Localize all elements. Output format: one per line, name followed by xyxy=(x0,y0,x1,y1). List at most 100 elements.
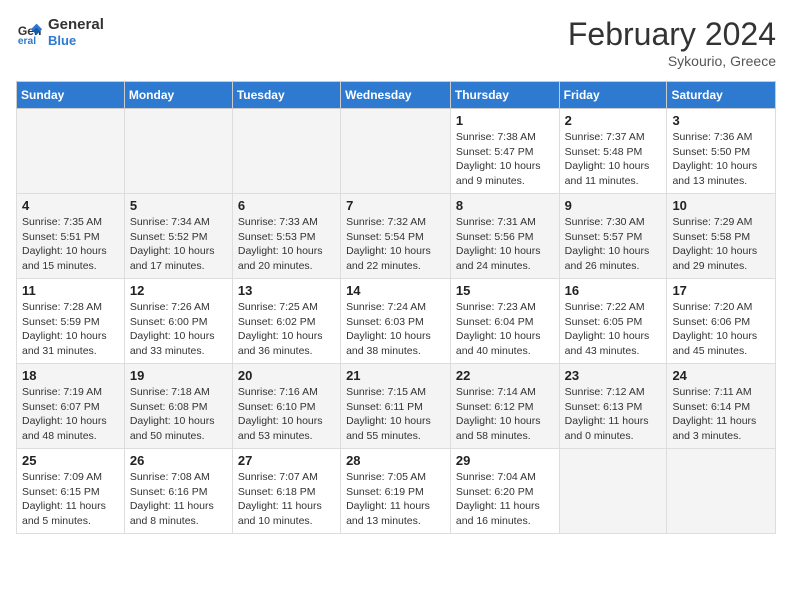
header-row: SundayMondayTuesdayWednesdayThursdayFrid… xyxy=(17,82,776,109)
day-number: 28 xyxy=(346,453,445,468)
day-detail: Sunrise: 7:18 AM Sunset: 6:08 PM Dayligh… xyxy=(130,385,227,444)
day-detail: Sunrise: 7:19 AM Sunset: 6:07 PM Dayligh… xyxy=(22,385,119,444)
day-cell xyxy=(124,109,232,194)
day-number: 11 xyxy=(22,283,119,298)
week-row-5: 25 Sunrise: 7:09 AM Sunset: 6:15 PM Dayli… xyxy=(17,449,776,534)
week-row-2: 4Sunrise: 7:35 AM Sunset: 5:51 PM Daylig… xyxy=(17,194,776,279)
day-cell: 12Sunrise: 7:26 AM Sunset: 6:00 PM Dayli… xyxy=(124,279,232,364)
day-detail: Sunrise: 7:38 AM Sunset: 5:47 PM Dayligh… xyxy=(456,130,554,189)
day-cell: 22Sunrise: 7:14 AM Sunset: 6:12 PM Dayli… xyxy=(450,364,559,449)
day-detail: Sunrise: 7:15 AM Sunset: 6:11 PM Dayligh… xyxy=(346,385,445,444)
day-cell: 26 Sunrise: 7:08 AM Sunset: 6:16 PM Dayli… xyxy=(124,449,232,534)
day-cell xyxy=(341,109,451,194)
day-detail: Sunrise: 7:22 AM Sunset: 6:05 PM Dayligh… xyxy=(565,300,662,359)
day-detail: Sunrise: 7:31 AM Sunset: 5:56 PM Dayligh… xyxy=(456,215,554,274)
day-detail: Sunrise: 7:07 AM Sunset: 6:18 PM Dayligh… xyxy=(238,470,335,529)
day-cell: 14 Sunrise: 7:24 AM Sunset: 6:03 PM Dayli… xyxy=(341,279,451,364)
day-number: 6 xyxy=(238,198,335,213)
day-number: 29 xyxy=(456,453,554,468)
day-number: 21 xyxy=(346,368,445,383)
day-cell xyxy=(667,449,776,534)
day-cell: 18 Sunrise: 7:19 AM Sunset: 6:07 PM Dayli… xyxy=(17,364,125,449)
week-row-3: 11 Sunrise: 7:28 AM Sunset: 5:59 PM Dayli… xyxy=(17,279,776,364)
day-cell: 5Sunrise: 7:34 AM Sunset: 5:52 PM Daylig… xyxy=(124,194,232,279)
day-detail: Sunrise: 7:26 AM Sunset: 6:00 PM Dayligh… xyxy=(130,300,227,359)
day-detail: Sunrise: 7:24 AM Sunset: 6:03 PM Dayligh… xyxy=(346,300,445,359)
day-cell: 13 Sunrise: 7:25 AM Sunset: 6:02 PM Dayli… xyxy=(232,279,340,364)
day-cell: 16Sunrise: 7:22 AM Sunset: 6:05 PM Dayli… xyxy=(559,279,667,364)
day-cell: 11 Sunrise: 7:28 AM Sunset: 5:59 PM Dayli… xyxy=(17,279,125,364)
day-number: 17 xyxy=(672,283,770,298)
day-cell: 10 Sunrise: 7:29 AM Sunset: 5:58 PM Dayli… xyxy=(667,194,776,279)
logo: Gen eral General Blue xyxy=(16,16,104,48)
day-number: 13 xyxy=(238,283,335,298)
day-detail: Sunrise: 7:20 AM Sunset: 6:06 PM Dayligh… xyxy=(672,300,770,359)
day-detail: Sunrise: 7:09 AM Sunset: 6:15 PM Dayligh… xyxy=(22,470,119,529)
day-cell: 2Sunrise: 7:37 AM Sunset: 5:48 PM Daylig… xyxy=(559,109,667,194)
day-detail: Sunrise: 7:08 AM Sunset: 6:16 PM Dayligh… xyxy=(130,470,227,529)
day-cell: 27 Sunrise: 7:07 AM Sunset: 6:18 PM Dayli… xyxy=(232,449,340,534)
day-detail: Sunrise: 7:14 AM Sunset: 6:12 PM Dayligh… xyxy=(456,385,554,444)
day-detail: Sunrise: 7:25 AM Sunset: 6:02 PM Dayligh… xyxy=(238,300,335,359)
day-number: 4 xyxy=(22,198,119,213)
day-cell: 8 Sunrise: 7:31 AM Sunset: 5:56 PM Daylig… xyxy=(450,194,559,279)
day-cell: 23 Sunrise: 7:12 AM Sunset: 6:13 PM Dayli… xyxy=(559,364,667,449)
day-number: 23 xyxy=(565,368,662,383)
day-number: 15 xyxy=(456,283,554,298)
day-number: 24 xyxy=(672,368,770,383)
day-number: 1 xyxy=(456,113,554,128)
day-cell: 7 Sunrise: 7:32 AM Sunset: 5:54 PM Daylig… xyxy=(341,194,451,279)
day-cell: 20 Sunrise: 7:16 AM Sunset: 6:10 PM Dayli… xyxy=(232,364,340,449)
day-number: 20 xyxy=(238,368,335,383)
calendar-header: SundayMondayTuesdayWednesdayThursdayFrid… xyxy=(17,82,776,109)
day-cell: 6 Sunrise: 7:33 AM Sunset: 5:53 PM Daylig… xyxy=(232,194,340,279)
day-cell: 21 Sunrise: 7:15 AM Sunset: 6:11 PM Dayli… xyxy=(341,364,451,449)
day-number: 7 xyxy=(346,198,445,213)
day-detail: Sunrise: 7:23 AM Sunset: 6:04 PM Dayligh… xyxy=(456,300,554,359)
day-cell: 19 Sunrise: 7:18 AM Sunset: 6:08 PM Dayli… xyxy=(124,364,232,449)
day-detail: Sunrise: 7:32 AM Sunset: 5:54 PM Dayligh… xyxy=(346,215,445,274)
day-detail: Sunrise: 7:12 AM Sunset: 6:13 PM Dayligh… xyxy=(565,385,662,444)
day-number: 2 xyxy=(565,113,662,128)
day-cell: 25 Sunrise: 7:09 AM Sunset: 6:15 PM Dayli… xyxy=(17,449,125,534)
day-detail: Sunrise: 7:28 AM Sunset: 5:59 PM Dayligh… xyxy=(22,300,119,359)
day-cell: 9 Sunrise: 7:30 AM Sunset: 5:57 PM Daylig… xyxy=(559,194,667,279)
day-detail: Sunrise: 7:04 AM Sunset: 6:20 PM Dayligh… xyxy=(456,470,554,529)
day-detail: Sunrise: 7:34 AM Sunset: 5:52 PM Dayligh… xyxy=(130,215,227,274)
month-title: February 2024 xyxy=(568,16,776,53)
header-day-tuesday: Tuesday xyxy=(232,82,340,109)
header-day-sunday: Sunday xyxy=(17,82,125,109)
svg-text:eral: eral xyxy=(18,36,36,46)
day-detail: Sunrise: 7:30 AM Sunset: 5:57 PM Dayligh… xyxy=(565,215,662,274)
day-number: 26 xyxy=(130,453,227,468)
day-detail: Sunrise: 7:29 AM Sunset: 5:58 PM Dayligh… xyxy=(672,215,770,274)
day-number: 19 xyxy=(130,368,227,383)
header-day-thursday: Thursday xyxy=(450,82,559,109)
page-header: Gen eral General Blue February 2024 Syko… xyxy=(16,16,776,69)
day-number: 3 xyxy=(672,113,770,128)
day-detail: Sunrise: 7:11 AM Sunset: 6:14 PM Dayligh… xyxy=(672,385,770,444)
day-number: 25 xyxy=(22,453,119,468)
calendar-body: 1 Sunrise: 7:38 AM Sunset: 5:47 PM Daylig… xyxy=(17,109,776,534)
logo-icon: Gen eral xyxy=(16,18,44,46)
day-number: 18 xyxy=(22,368,119,383)
day-cell: 28 Sunrise: 7:05 AM Sunset: 6:19 PM Dayli… xyxy=(341,449,451,534)
day-number: 14 xyxy=(346,283,445,298)
calendar-table: SundayMondayTuesdayWednesdayThursdayFrid… xyxy=(16,81,776,534)
day-detail: Sunrise: 7:05 AM Sunset: 6:19 PM Dayligh… xyxy=(346,470,445,529)
day-cell xyxy=(17,109,125,194)
logo-blue: Blue xyxy=(48,33,104,48)
day-cell xyxy=(232,109,340,194)
day-cell: 4Sunrise: 7:35 AM Sunset: 5:51 PM Daylig… xyxy=(17,194,125,279)
day-cell: 17 Sunrise: 7:20 AM Sunset: 6:06 PM Dayli… xyxy=(667,279,776,364)
day-cell: 15 Sunrise: 7:23 AM Sunset: 6:04 PM Dayli… xyxy=(450,279,559,364)
day-detail: Sunrise: 7:33 AM Sunset: 5:53 PM Dayligh… xyxy=(238,215,335,274)
day-cell: 29 Sunrise: 7:04 AM Sunset: 6:20 PM Dayli… xyxy=(450,449,559,534)
day-number: 8 xyxy=(456,198,554,213)
day-cell: 1 Sunrise: 7:38 AM Sunset: 5:47 PM Daylig… xyxy=(450,109,559,194)
title-area: February 2024 Sykourio, Greece xyxy=(568,16,776,69)
day-detail: Sunrise: 7:16 AM Sunset: 6:10 PM Dayligh… xyxy=(238,385,335,444)
day-number: 27 xyxy=(238,453,335,468)
day-number: 10 xyxy=(672,198,770,213)
day-number: 9 xyxy=(565,198,662,213)
